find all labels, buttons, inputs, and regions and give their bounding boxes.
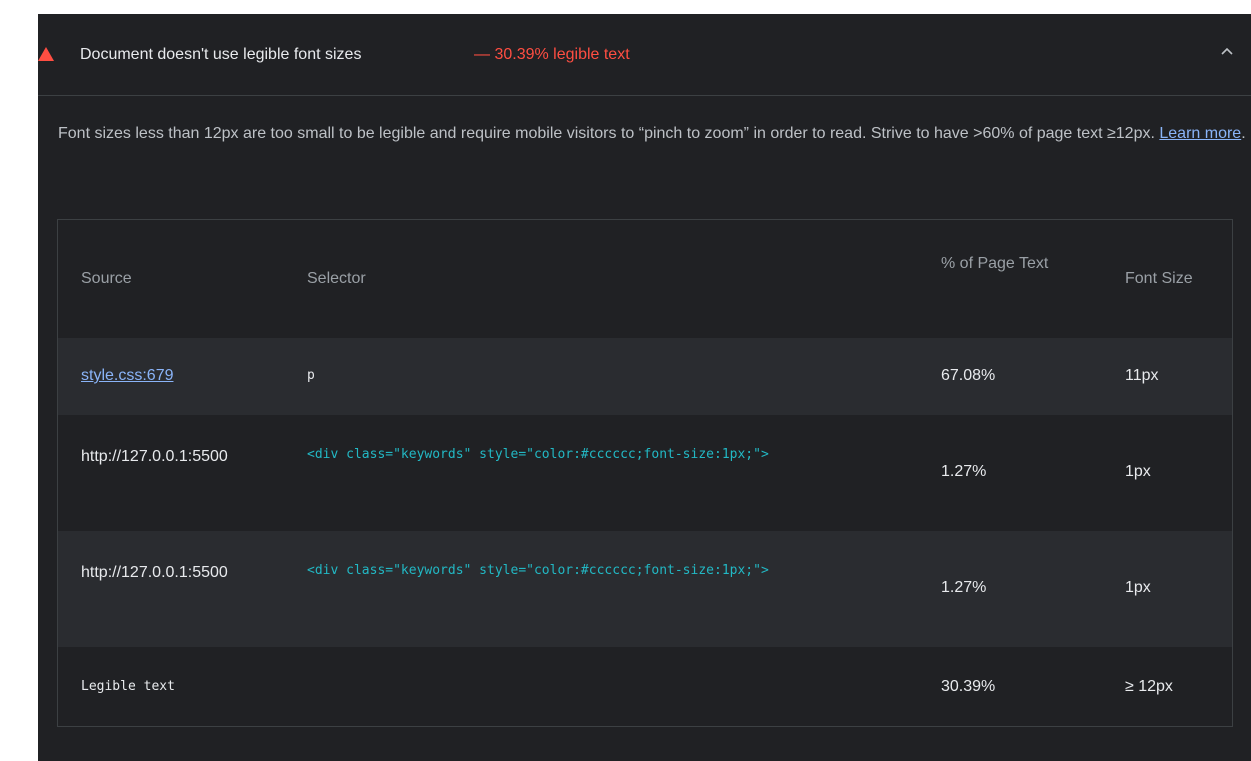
font-size-cell: 1px <box>1125 463 1151 480</box>
table-row: http://127.0.0.1:5500 <div class="keywor… <box>58 531 1232 647</box>
percent-cell: 67.08% <box>941 367 996 384</box>
audit-description: Font sizes less than 12px are too small … <box>58 118 1248 150</box>
percent-cell: 30.39% <box>941 678 996 695</box>
description-text: Font sizes less than 12px are too small … <box>58 125 1155 142</box>
header-percent: % of Page Text <box>941 255 1049 272</box>
source-url: http://127.0.0.1:5500 <box>81 448 228 465</box>
audit-display-value: — 30.39% legible text <box>474 46 630 63</box>
details-table: Source Selector % of Page Text Font Size… <box>57 219 1233 727</box>
source-url: http://127.0.0.1:5500 <box>81 564 228 581</box>
header-font-size: Font Size <box>1125 270 1193 287</box>
description-tail: . <box>1241 125 1246 142</box>
header-source: Source <box>81 270 132 287</box>
audit-header[interactable]: Document doesn't use legible font sizes … <box>38 14 1251 96</box>
table-row: style.css:679 p 67.08% 11px <box>58 338 1232 415</box>
header-selector: Selector <box>307 270 366 287</box>
selector-code: <div class="keywords" style="color:#cccc… <box>307 447 769 462</box>
table-row: Legible text 30.39% ≥ 12px <box>58 647 1232 727</box>
font-size-cell: ≥ 12px <box>1125 678 1173 695</box>
selector-code: <div class="keywords" style="color:#cccc… <box>307 563 769 578</box>
selector-cell: p <box>307 368 315 383</box>
percent-cell: 1.27% <box>941 579 987 596</box>
font-size-cell: 11px <box>1125 367 1159 384</box>
learn-more-link[interactable]: Learn more <box>1159 125 1241 142</box>
warning-triangle-icon <box>38 47 54 61</box>
source-link[interactable]: style.css:679 <box>81 361 173 391</box>
font-size-cell: 1px <box>1125 579 1151 596</box>
audit-title: Document doesn't use legible font sizes <box>80 46 362 63</box>
percent-cell: 1.27% <box>941 463 987 480</box>
legible-text-label: Legible text <box>81 679 175 694</box>
chevron-up-icon[interactable] <box>1215 40 1239 64</box>
table-row: http://127.0.0.1:5500 <div class="keywor… <box>58 415 1232 531</box>
audit-panel: Document doesn't use legible font sizes … <box>38 14 1251 761</box>
table-header-row: Source Selector % of Page Text Font Size <box>58 220 1232 338</box>
